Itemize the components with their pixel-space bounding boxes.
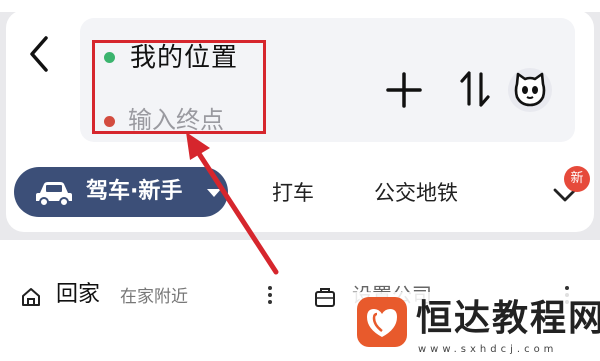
briefcase-icon (315, 288, 335, 307)
swap-route-button[interactable] (458, 68, 492, 110)
highlight-frame (92, 40, 266, 134)
home-more-icon[interactable] (265, 283, 275, 307)
watermark-name: 恒达教程网 (416, 298, 600, 339)
chevron-left-icon (30, 36, 48, 72)
watermark-logo-icon (357, 297, 407, 347)
home-icon (22, 288, 40, 306)
home-sublabel: 在家附近 (120, 287, 188, 307)
home-label[interactable]: 回家 (56, 280, 100, 310)
tab-transit[interactable]: 公交地铁 (374, 178, 458, 208)
tab-drive-novice-label: 驾车·新手 (86, 179, 183, 204)
car-icon (36, 182, 72, 207)
new-badge: 新 (564, 166, 590, 192)
watermark-url: www.sxhdcj.com (418, 344, 558, 355)
swap-vertical-icon (460, 71, 490, 107)
tab-taxi[interactable]: 打车 (272, 178, 314, 208)
avatar[interactable] (508, 68, 552, 112)
plus-icon (386, 72, 422, 108)
caret-down-icon (207, 189, 221, 197)
tab-drive-novice[interactable]: 驾车·新手 (14, 167, 228, 217)
cat-avatar-icon (514, 72, 546, 107)
back-button[interactable] (22, 34, 56, 74)
add-stop-button[interactable] (384, 70, 424, 110)
